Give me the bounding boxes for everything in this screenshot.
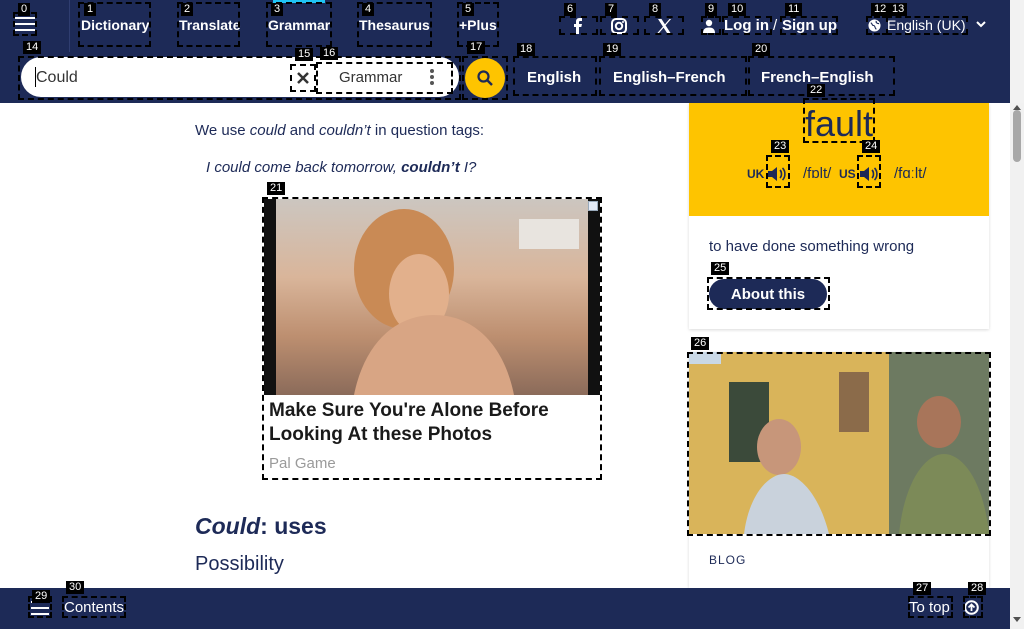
marker-label: 8	[649, 3, 662, 16]
chevron-down-icon	[975, 21, 986, 28]
marker-label: 2	[181, 3, 194, 16]
marker-label: 17	[467, 41, 486, 54]
marker-label: 12	[871, 3, 890, 16]
top-navigation-bar	[0, 0, 1010, 52]
marker-label: 29	[32, 590, 51, 603]
mark-box	[599, 56, 747, 96]
bottom-bar	[0, 588, 1010, 629]
subsection-heading: Possibility	[195, 553, 284, 575]
mark-box	[722, 16, 772, 35]
mark-box	[908, 596, 953, 618]
nav-divider	[69, 0, 70, 52]
marker-label: 9	[705, 3, 718, 16]
marker-label: 18	[517, 43, 536, 56]
mark-box	[886, 16, 968, 35]
mark-box	[462, 56, 508, 100]
scroll-thumb[interactable]	[1013, 110, 1021, 162]
marker-label: 3	[271, 3, 284, 16]
marker-label: 11	[785, 3, 803, 16]
marker-label: 25	[711, 262, 730, 275]
marker-label: 1	[84, 3, 97, 16]
mark-box	[262, 197, 602, 480]
example-sentence: I could come back tomorrow, couldn’t I?	[206, 159, 477, 176]
mark-box	[803, 98, 875, 143]
mark-box	[600, 16, 639, 35]
mark-box	[290, 64, 316, 92]
marker-label: 14	[23, 41, 42, 54]
mark-box	[559, 16, 598, 35]
marker-label: 13	[889, 3, 908, 16]
marker-label: 5	[462, 3, 475, 16]
blog-label: BLOG	[709, 553, 747, 567]
marker-label: 7	[605, 3, 618, 16]
marker-label: 4	[362, 3, 375, 16]
word-definition: to have done something wrong	[709, 238, 915, 255]
marker-label: 19	[603, 43, 622, 56]
marker-label: 30	[66, 581, 85, 594]
mark-box	[62, 596, 126, 618]
marker-label: 21	[267, 182, 286, 195]
marker-label: 10	[728, 3, 747, 16]
intro-paragraph: We use could and couldn’t in question ta…	[195, 122, 485, 139]
scrollbar[interactable]	[1010, 103, 1024, 629]
uk-pronunciation: /fɒlt/	[803, 165, 832, 182]
mark-box	[701, 16, 721, 35]
us-pronunciation: /fɑːlt/	[894, 165, 927, 182]
mark-box	[316, 62, 453, 94]
mark-box	[707, 277, 830, 310]
mark-box	[687, 352, 991, 536]
marker-label: 28	[968, 582, 987, 595]
marker-label: 16	[320, 47, 339, 60]
mark-box	[857, 155, 881, 188]
marker-label: 27	[913, 582, 932, 595]
marker-label: 23	[771, 140, 790, 153]
marker-label: 22	[807, 84, 826, 97]
mark-box	[866, 16, 888, 35]
marker-label: 15	[295, 48, 314, 61]
mark-box	[766, 155, 790, 188]
marker-label: 24	[862, 140, 881, 153]
marker-label: 20	[752, 43, 771, 56]
marker-label: 0	[18, 3, 31, 16]
mark-box	[513, 56, 597, 96]
marker-label: 26	[691, 337, 710, 350]
mark-box	[644, 16, 684, 35]
mark-box	[963, 596, 983, 618]
marker-label: 6	[564, 3, 577, 16]
uk-label: UK	[747, 167, 765, 181]
section-heading: Could: uses	[195, 513, 327, 539]
us-label: US	[839, 167, 856, 181]
scroll-down-arrow[interactable]	[1013, 617, 1021, 622]
mark-box	[780, 16, 838, 35]
login-separator: /	[773, 17, 778, 34]
